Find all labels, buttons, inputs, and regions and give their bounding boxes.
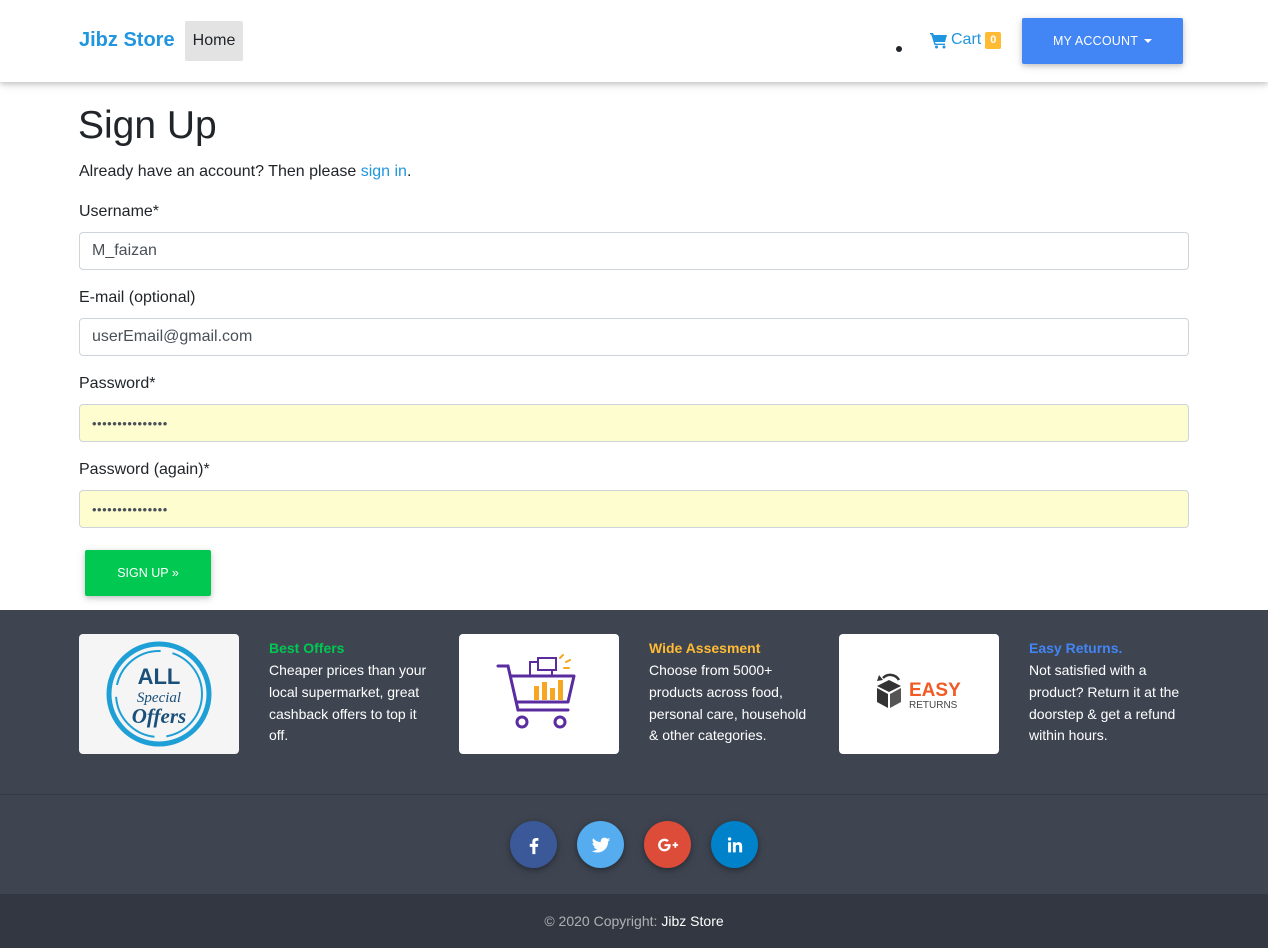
easy-text: EASY [909, 680, 961, 701]
page-title: Sign Up [78, 104, 217, 147]
cart-image [459, 634, 619, 754]
facebook-icon [529, 837, 538, 854]
signup-button[interactable]: SIGN UP » [85, 550, 211, 596]
signin-prompt-suffix: . [406, 163, 412, 180]
easy-returns-icon: EASY RETURNS [877, 673, 961, 711]
google-plus-button[interactable] [644, 821, 691, 868]
feature-title-assortment: Wide Assesment [649, 640, 761, 656]
cart-link[interactable]: Cart 0 [930, 31, 1002, 49]
feature-desc-returns: Not satisfied with a product? Return it … [1029, 662, 1180, 744]
username-label: Username* [79, 203, 160, 220]
password-again-label: Password (again)* [79, 461, 210, 478]
email-label: E-mail (optional) [79, 289, 196, 306]
password-label: Password* [79, 375, 156, 392]
nav-home-link[interactable]: Home [185, 21, 243, 61]
twitter-icon [591, 837, 610, 853]
signin-link[interactable]: sign in [361, 163, 407, 180]
shopping-cart-illustration-icon [496, 654, 576, 729]
signin-prompt: Already have an account? Then please sig… [79, 163, 411, 181]
navbar: Jibz Store Home Cart 0 MY ACCOUNT [0, 0, 1268, 82]
copyright-text: © 2020 Copyright: [544, 913, 658, 929]
copyright-store-link[interactable]: Jibz Store [661, 913, 723, 929]
facebook-button[interactable] [510, 821, 557, 868]
copyright-bar: © 2020 Copyright: Jibz Store [0, 894, 1268, 948]
footer-social [0, 794, 1268, 894]
badge-offers-text: Offers [132, 704, 186, 728]
shopping-cart-icon [930, 32, 947, 48]
signin-prompt-text: Already have an account? Then please [79, 163, 361, 180]
feature-title-returns: Easy Returns. [1029, 640, 1123, 656]
cart-label: Cart [951, 31, 982, 48]
easy-returns-image: EASY RETURNS [839, 634, 999, 754]
badge-all-text: ALL [138, 664, 181, 689]
linkedin-button[interactable] [711, 821, 758, 868]
feature-title-offers: Best Offers [269, 640, 345, 656]
twitter-button[interactable] [577, 821, 624, 868]
caret-down-icon [1144, 39, 1153, 43]
my-account-label: MY ACCOUNT [1052, 34, 1139, 48]
username-input[interactable]: M_faizan [79, 232, 1189, 270]
my-account-dropdown[interactable]: MY ACCOUNT [1022, 18, 1183, 64]
offers-badge-icon: ALL Special Offers [106, 641, 212, 747]
password-input[interactable]: ••••••••••••••• [79, 404, 1189, 442]
feature-desc-assortment: Choose from 5000+ products across food, … [649, 662, 807, 744]
nav-bullet [896, 46, 902, 52]
linkedin-icon [727, 836, 742, 852]
cart-count-badge: 0 [985, 31, 1002, 49]
feature-desc-offers: Cheaper prices than your local supermark… [269, 662, 427, 744]
returns-text: RETURNS [909, 700, 958, 711]
brand-link[interactable]: Jibz Store [79, 29, 175, 52]
password-again-input[interactable]: ••••••••••••••• [79, 490, 1189, 528]
google-plus-icon [657, 838, 678, 851]
email-input[interactable]: userEmail@gmail.com [79, 318, 1189, 356]
offers-badge-image: ALL Special Offers [79, 634, 239, 754]
